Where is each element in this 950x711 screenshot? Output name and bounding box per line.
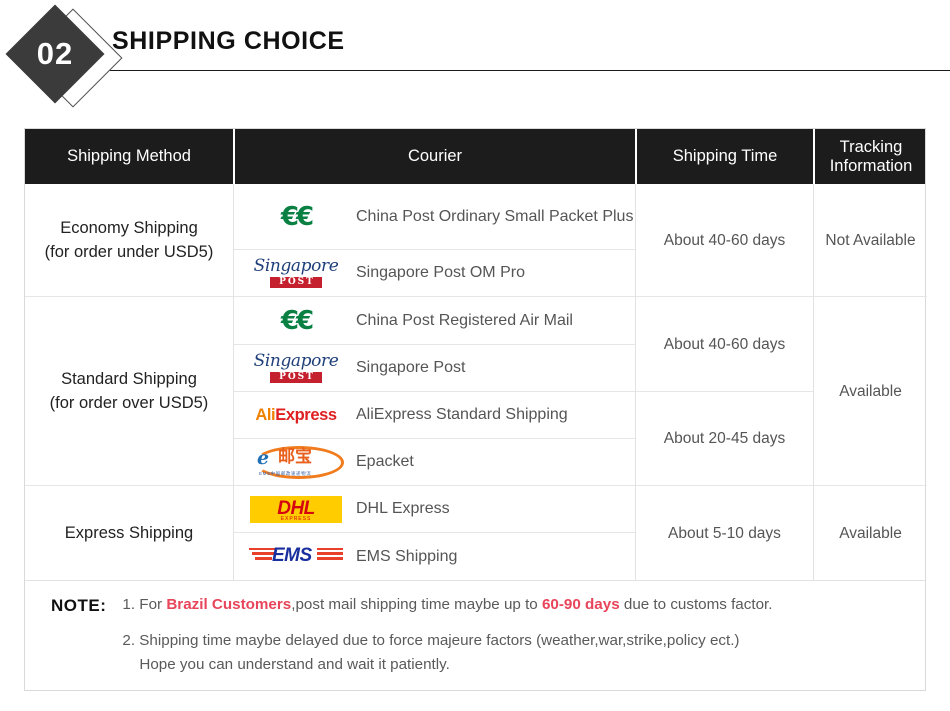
dhl-express-text: EXPRESS (280, 515, 312, 522)
china-post-logo: €€ (248, 308, 344, 334)
method-name: Economy Shipping (60, 219, 198, 237)
shipping-table: Shipping Method Courier Shipping Time Tr… (24, 128, 927, 691)
dhl-text: DHL (277, 497, 315, 519)
courier-row: DHL EXPRESS DHL Express (234, 486, 635, 533)
note-item-1-text-part2: ,post mail shipping time maybe up to (291, 596, 542, 613)
column-header-shipping-method: Shipping Method (67, 147, 191, 165)
note-item-1-text-part1: For (139, 596, 167, 613)
note-highlight-days: 60-90 days (541, 596, 620, 613)
epacket-chinese-text: 邮宝 (278, 447, 312, 467)
note-highlight-brazil: Brazil Customers (166, 596, 292, 613)
courier-row: e 邮宝 EMS中国邮政速递物流 Epacket (234, 439, 635, 486)
china-post-glyph: €€ (280, 201, 314, 232)
courier-name: DHL Express (356, 500, 450, 517)
tracking-cell: Available (839, 524, 902, 542)
column-header-courier: Courier (233, 129, 635, 184)
ems-right-bars (317, 547, 343, 565)
method-subtitle: (for order under USD5) (44, 243, 214, 261)
column-header-tracking-information: Tracking Information (813, 129, 927, 184)
shipping-time-cell: About 20-45 days (636, 392, 813, 486)
shipping-method-column: Economy Shipping (for order under USD5) … (25, 184, 233, 580)
badge-number: 02 (36, 36, 74, 71)
shipping-choice-page: 02 SHIPPING CHOICE Shipping Method Couri… (0, 0, 950, 711)
note-item-1: 1. For Brazil Customers,post mail shippi… (122, 595, 772, 614)
courier-name: China Post Ordinary Small Packet Plus (356, 207, 634, 225)
courier-row: €€ China Post Registered Air Mail (234, 297, 635, 345)
tracking-cell: Available (814, 297, 927, 486)
singapore-post-script: Singapore (253, 256, 339, 276)
section-number-badge: 02 (5, 4, 123, 108)
singapore-post-box: POST (270, 372, 322, 383)
method-subtitle: (for order over USD5) (49, 394, 209, 412)
china-post-logo: €€ (248, 204, 344, 230)
tracking-cell: Not Available (814, 184, 927, 297)
shipping-time-cell: About 5-10 days (668, 524, 781, 542)
ems-text: EMS (272, 544, 312, 566)
courier-name: EMS Shipping (356, 547, 458, 565)
tracking-information-column: Not Available Available Available (813, 184, 927, 580)
aliexpress-logo: AliExpress (248, 407, 344, 424)
method-name: Express Shipping (64, 524, 194, 542)
courier-row: EMS EMS Shipping (234, 533, 635, 580)
epacket-subtitle: EMS中国邮政速递物流 (259, 471, 312, 476)
title-divider (110, 70, 950, 71)
courier-name: Epacket (356, 453, 414, 470)
epacket-logo: e 邮宝 EMS中国邮政速递物流 (248, 444, 344, 480)
china-post-glyph: €€ (280, 305, 314, 336)
courier-name: AliExpress Standard Shipping (356, 406, 568, 423)
epacket-e-text: e (257, 447, 270, 469)
note-item-2-line1: Shipping time maybe delayed due to force… (139, 632, 740, 649)
note-item-1-number: 1. (122, 596, 136, 613)
method-cell-express: Express Shipping (25, 486, 233, 580)
note-list: 1. For Brazil Customers,post mail shippi… (106, 595, 772, 674)
section-header: 02 SHIPPING CHOICE (0, 0, 950, 112)
note-item-2-number: 2. (122, 632, 136, 649)
page-title-block: SHIPPING CHOICE (110, 26, 950, 56)
shipping-time-cell: About 40-60 days (636, 184, 813, 297)
courier-row: Singapore POST Singapore Post OM Pro (234, 250, 635, 297)
singapore-post-logo: Singapore POST (248, 258, 344, 288)
note-item-1-text-part3: due to customs factor. (619, 596, 773, 613)
shipping-time-cell: About 40-60 days (636, 297, 813, 392)
courier-name: Singapore Post OM Pro (356, 264, 525, 281)
note-section: NOTE: 1. For Brazil Customers,post mail … (25, 580, 925, 690)
courier-name: China Post Registered Air Mail (356, 311, 573, 329)
method-cell-economy: Economy Shipping (for order under USD5) (25, 184, 233, 297)
courier-row: Singapore POST Singapore Post (234, 345, 635, 392)
note-label: NOTE: (51, 596, 107, 615)
singapore-post-logo: Singapore POST (248, 353, 344, 383)
table-header-row: Shipping Method Courier Shipping Time Tr… (25, 129, 925, 184)
courier-row: AliExpress AliExpress Standard Shipping (234, 392, 635, 439)
dhl-logo: DHL EXPRESS (248, 495, 344, 523)
method-cell-standard: Standard Shipping (for order over USD5) (25, 297, 233, 486)
page-title: SHIPPING CHOICE (112, 27, 345, 55)
singapore-post-box: POST (270, 277, 322, 288)
ems-logo: EMS (248, 544, 344, 570)
courier-row: €€ China Post Ordinary Small Packet Plus (234, 184, 635, 250)
courier-name: Singapore Post (356, 359, 466, 376)
note-item-2: 2. Shipping time maybe delayed due to fo… (122, 631, 772, 674)
method-name: Standard Shipping (61, 370, 197, 388)
table-body: Economy Shipping (for order under USD5) … (25, 184, 927, 580)
shipping-time-column: About 40-60 days About 40-60 days About … (635, 184, 813, 580)
aliexpress-express-text: Express (275, 405, 337, 424)
aliexpress-ali-text: Ali (255, 405, 276, 424)
note-item-2-line2: Hope you can understand and wait it pati… (139, 656, 450, 673)
column-header-shipping-time: Shipping Time (635, 129, 813, 184)
singapore-post-script: Singapore (253, 351, 339, 371)
courier-column: €€ China Post Ordinary Small Packet Plus… (233, 184, 635, 580)
